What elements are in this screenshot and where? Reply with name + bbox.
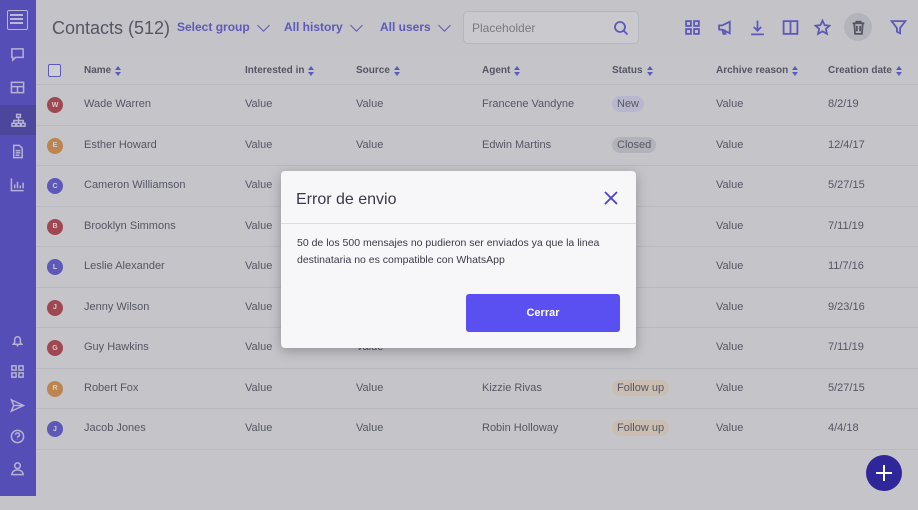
plus-icon <box>876 465 892 481</box>
dialog-title: Error de envio <box>296 191 397 208</box>
close-button[interactable]: Cerrar <box>466 294 620 332</box>
add-contact-button[interactable] <box>866 455 902 491</box>
error-dialog: Error de envio 50 de los 500 mensajes no… <box>281 171 636 348</box>
close-icon[interactable] <box>602 189 620 207</box>
dialog-message: 50 de los 500 mensajes no pudieron ser e… <box>297 237 600 266</box>
dialog-header: Error de envio <box>281 171 636 224</box>
